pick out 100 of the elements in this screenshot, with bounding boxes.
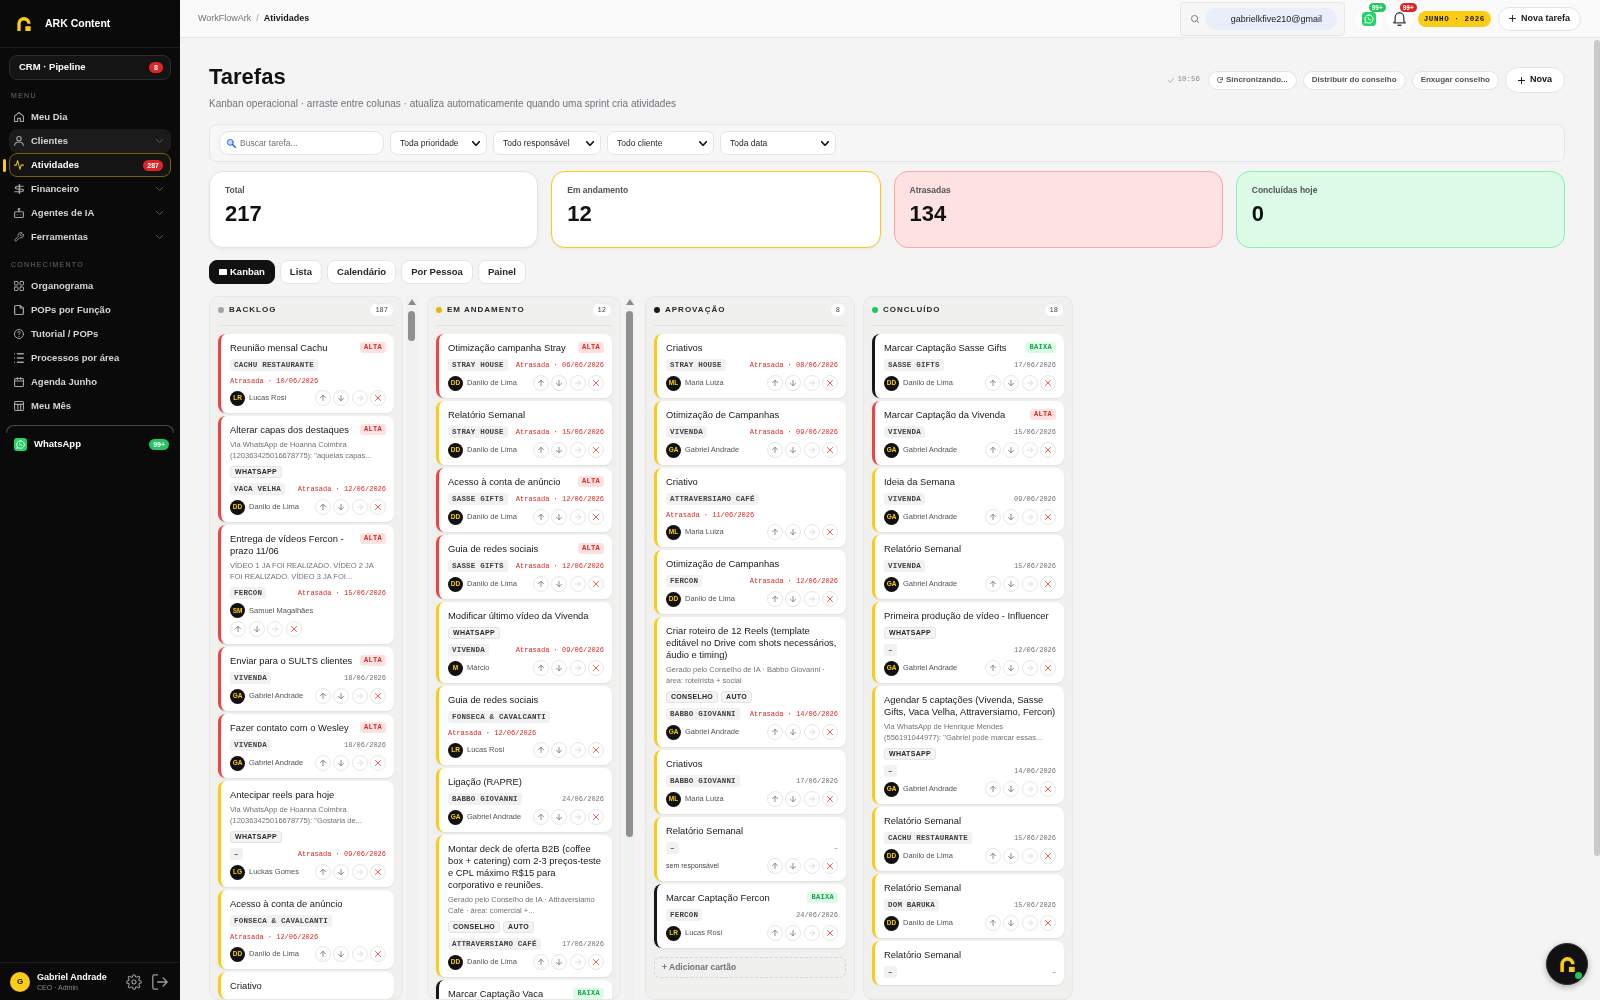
delete-button[interactable]: [822, 442, 838, 458]
move-up-button[interactable]: [314, 390, 331, 406]
sidebar-item[interactable]: Meu Dia: [9, 105, 171, 129]
task-card[interactable]: [654, 617, 846, 747]
delete-button[interactable]: [588, 954, 604, 970]
move-up-button[interactable]: [532, 576, 549, 592]
delete-button[interactable]: [1040, 660, 1056, 676]
move-down-button[interactable]: [551, 660, 567, 676]
view-tab[interactable]: Kanban: [209, 260, 275, 284]
move-down-button[interactable]: [785, 791, 801, 807]
delete-button[interactable]: [1040, 915, 1056, 931]
move-up-button[interactable]: [532, 742, 549, 758]
view-tab[interactable]: Calendário: [327, 260, 397, 284]
delete-button[interactable]: [370, 946, 386, 962]
move-up-button[interactable]: [766, 442, 783, 458]
move-up-button[interactable]: [984, 576, 1001, 592]
move-down-button[interactable]: [1003, 375, 1019, 391]
move-down-button[interactable]: [551, 442, 567, 458]
delete-button[interactable]: [822, 591, 838, 607]
move-up-button[interactable]: [766, 524, 783, 540]
move-down-button[interactable]: [551, 509, 567, 525]
move-down-button[interactable]: [785, 375, 801, 391]
new-task-button[interactable]: Nova tarefa: [1497, 6, 1581, 31]
sidebar-item[interactable]: Ferramentas: [9, 225, 171, 249]
delete-button[interactable]: [1040, 781, 1056, 797]
move-up-button[interactable]: [984, 509, 1001, 525]
sync-button[interactable]: Sincronizando...: [1207, 70, 1297, 90]
sidebar-item[interactable]: Organograma: [9, 274, 171, 298]
delete-button[interactable]: [1040, 375, 1056, 391]
move-up-button[interactable]: [532, 809, 549, 825]
move-up-button[interactable]: [984, 781, 1001, 797]
delete-button[interactable]: [1040, 509, 1056, 525]
move-up-button[interactable]: [532, 954, 549, 970]
scrollbar-thumb[interactable]: [408, 311, 415, 342]
move-up-button[interactable]: [314, 755, 331, 771]
move-down-button[interactable]: [333, 864, 349, 880]
move-down-button[interactable]: [785, 724, 801, 740]
move-down-button[interactable]: [1003, 576, 1019, 592]
delete-button[interactable]: [822, 858, 838, 874]
sidebar-item[interactable]: Clientes: [9, 129, 171, 153]
move-down-button[interactable]: [1003, 442, 1019, 458]
move-up-button[interactable]: [984, 915, 1001, 931]
scrollbar[interactable]: [406, 296, 417, 1000]
delete-button[interactable]: [588, 509, 604, 525]
move-down-button[interactable]: [785, 442, 801, 458]
sidebar-item[interactable]: POPs por Função: [9, 298, 171, 322]
delete-button[interactable]: [588, 442, 604, 458]
delete-button[interactable]: [370, 864, 386, 880]
move-down-button[interactable]: [551, 742, 567, 758]
move-up-button[interactable]: [984, 442, 1001, 458]
move-down-button[interactable]: [551, 809, 567, 825]
delete-button[interactable]: [1040, 848, 1056, 864]
move-down-button[interactable]: [333, 688, 349, 704]
move-up-button[interactable]: [532, 375, 549, 391]
move-up-button[interactable]: [314, 946, 331, 962]
move-up-button[interactable]: [984, 660, 1001, 676]
move-down-button[interactable]: [785, 524, 801, 540]
scrollbar-thumb[interactable]: [1594, 40, 1600, 856]
move-down-button[interactable]: [333, 755, 349, 771]
task-card[interactable]: Criativo: [218, 972, 394, 999]
scrollbar[interactable]: [624, 296, 635, 1000]
delete-button[interactable]: [822, 524, 838, 540]
move-up-button[interactable]: [766, 858, 783, 874]
move-down-button[interactable]: [1003, 848, 1019, 864]
move-up-button[interactable]: [984, 375, 1001, 391]
move-up-button[interactable]: [766, 791, 783, 807]
move-up-button[interactable]: [984, 848, 1001, 864]
filter-dropdown[interactable]: Toda prioridade: [390, 131, 487, 155]
scrollbar-thumb[interactable]: [626, 311, 633, 837]
delete-button[interactable]: [588, 375, 604, 391]
search-field[interactable]: gabrielkfive210@gmail: [1204, 7, 1337, 30]
move-down-button[interactable]: [551, 954, 567, 970]
delete-button[interactable]: [1040, 442, 1056, 458]
sidebar-item[interactable]: Financeiro: [9, 177, 171, 201]
sidebar-item[interactable]: Tutorial / POPs: [9, 322, 171, 346]
move-up-button[interactable]: [766, 375, 783, 391]
move-up-button[interactable]: [766, 925, 783, 941]
sidebar-item[interactable]: Processos por área: [9, 346, 171, 370]
delete-button[interactable]: [1040, 576, 1056, 592]
sidebar-item[interactable]: Agenda Junho: [9, 370, 171, 394]
search-field[interactable]: Buscar tarefa...: [219, 131, 384, 155]
assistant-button[interactable]: [1546, 943, 1588, 985]
filter-dropdown[interactable]: Todo cliente: [607, 131, 714, 155]
delete-button[interactable]: [370, 390, 386, 406]
move-down-button[interactable]: [1003, 660, 1019, 676]
move-up-button[interactable]: [314, 688, 331, 704]
move-up-button[interactable]: [314, 864, 331, 880]
move-down-button[interactable]: [551, 375, 567, 391]
sidebar-item[interactable]: Agentes de IA: [9, 201, 171, 225]
action-button[interactable]: Distribuir do conselho: [1302, 70, 1406, 90]
view-tab[interactable]: Painel: [477, 260, 526, 284]
filter-dropdown[interactable]: Todo responsável: [493, 131, 601, 155]
delete-button[interactable]: [285, 621, 302, 637]
delete-button[interactable]: [822, 375, 838, 391]
task-card[interactable]: [436, 835, 612, 977]
logout-button[interactable]: [152, 973, 168, 990]
delete-button[interactable]: [822, 791, 838, 807]
delete-button[interactable]: [588, 742, 604, 758]
move-down-button[interactable]: [248, 621, 265, 637]
move-down-button[interactable]: [333, 390, 349, 406]
